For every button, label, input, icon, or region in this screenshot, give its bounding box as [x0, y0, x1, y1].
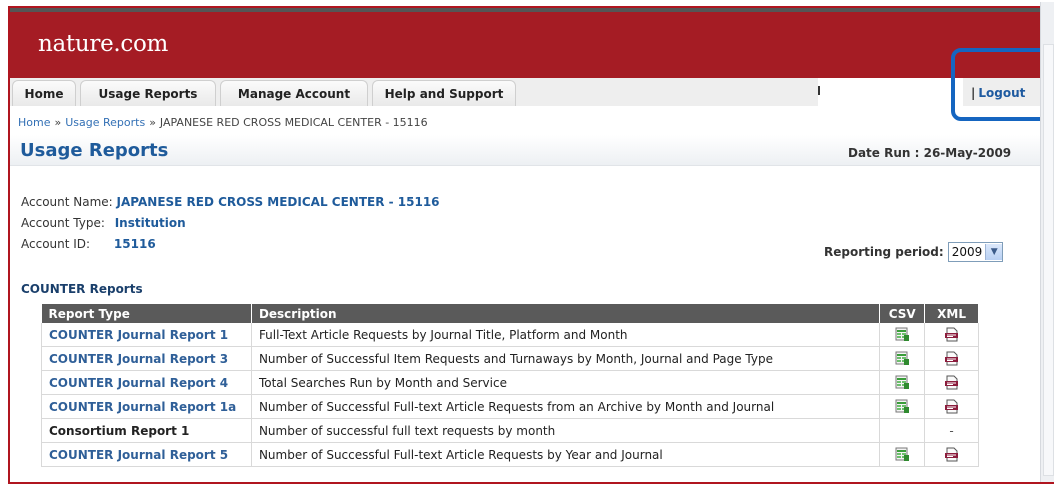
logout-highlight-box — [951, 48, 1054, 121]
scrollbar[interactable] — [1040, 2, 1054, 482]
page-frame — [8, 6, 1054, 484]
scrollbar-thumb[interactable] — [1043, 44, 1054, 476]
